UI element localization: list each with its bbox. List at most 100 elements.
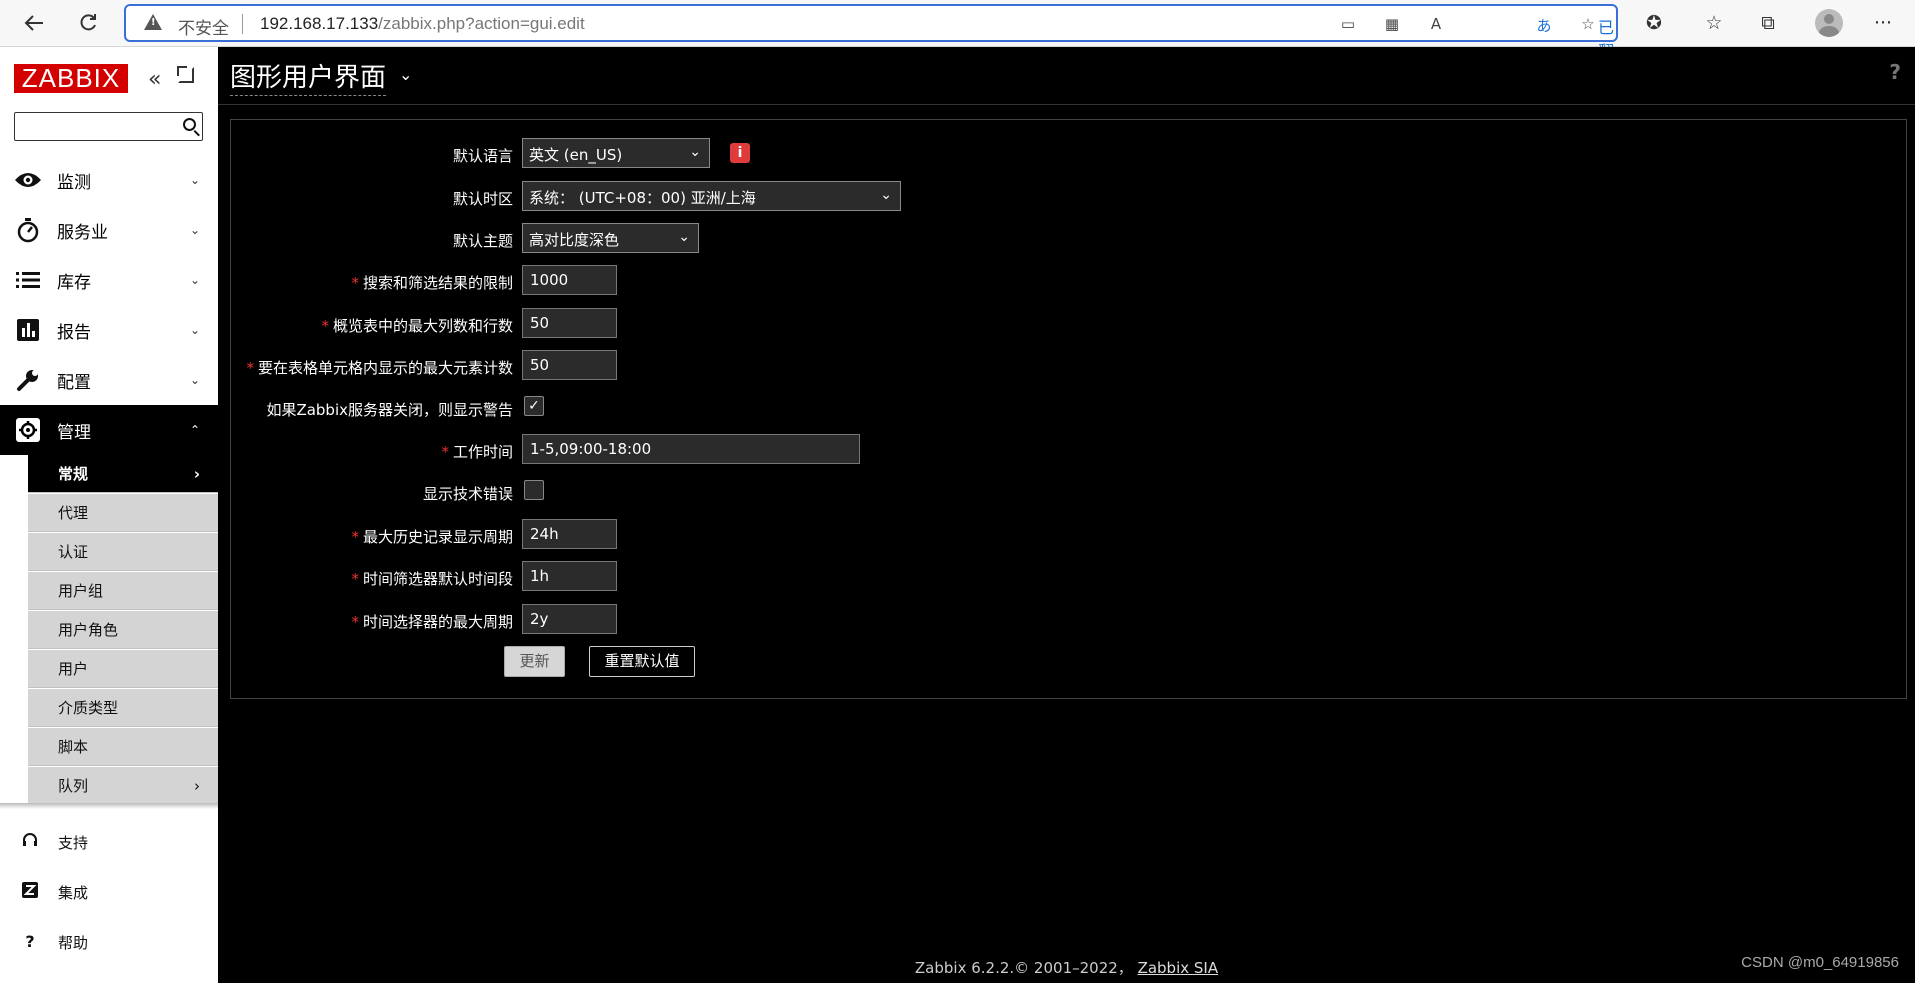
warning-icon bbox=[144, 14, 162, 30]
info-icon[interactable]: i bbox=[730, 143, 750, 163]
reload-icon[interactable] bbox=[70, 6, 106, 40]
favorites-icon[interactable]: ☆ bbox=[1701, 10, 1727, 36]
insecure-label[interactable]: 不安全 bbox=[178, 14, 229, 39]
menu-label: 帮助 bbox=[58, 934, 89, 952]
search-limit-input[interactable]: 1000 bbox=[522, 265, 617, 295]
row-max-columns-rows: * 概览表中的最大列数和行数 50 bbox=[231, 308, 1908, 340]
default-timezone-select[interactable]: 系统： (UTC+08：00) 亚洲/上海 ⌄ bbox=[522, 181, 901, 211]
company-link[interactable]: Zabbix SIA bbox=[1138, 959, 1219, 977]
menu-help[interactable]: ? 帮助 bbox=[0, 917, 218, 967]
read-aloud-icon[interactable]: A bbox=[1426, 15, 1446, 33]
menu-label: 服务业 bbox=[57, 222, 108, 243]
url-host: 192.168.17.133 bbox=[260, 14, 379, 33]
field-label: * 工作时间 bbox=[441, 441, 513, 462]
search-icon[interactable] bbox=[183, 118, 196, 131]
app-available-icon[interactable]: ▭ bbox=[1338, 15, 1358, 33]
field-label: * 时间选择器的最大周期 bbox=[351, 611, 513, 632]
chevron-down-icon[interactable]: ⌄ bbox=[399, 65, 412, 84]
eye-icon bbox=[14, 166, 42, 194]
label-text: 默认主题 bbox=[452, 232, 513, 250]
z-icon bbox=[22, 882, 38, 900]
update-button[interactable]: 更新 bbox=[504, 646, 565, 677]
address-separator bbox=[242, 14, 243, 34]
label-text: 如果Zabbix服务器关闭，则显示警告 bbox=[266, 401, 513, 419]
profile-avatar[interactable] bbox=[1815, 9, 1843, 37]
row-default-timezone: 默认时区 系统： (UTC+08：00) 亚洲/上海 ⌄ bbox=[231, 181, 1908, 213]
working-time-input[interactable]: 1-5,09:00-18:00 bbox=[522, 434, 860, 464]
field-label: 默认时区 bbox=[453, 188, 513, 209]
menu-label: 配置 bbox=[57, 372, 91, 393]
row-max-history-period: * 最大历史记录显示周期 24h bbox=[231, 519, 1908, 551]
submenu-user-roles[interactable]: 用户角色 bbox=[28, 611, 218, 649]
translate-icon[interactable]: あ bbox=[1534, 15, 1554, 35]
max-elements-cell-input[interactable]: 50 bbox=[522, 350, 617, 380]
menu-label: 集成 bbox=[58, 884, 89, 902]
menu-configuration[interactable]: 配置 ⌄ bbox=[0, 355, 218, 405]
submenu-authentication[interactable]: 认证 bbox=[28, 533, 218, 571]
kiosk-mode-icon[interactable] bbox=[177, 66, 194, 83]
back-arrow-icon[interactable] bbox=[16, 6, 52, 40]
menu-inventory[interactable]: 库存 ⌄ bbox=[0, 255, 218, 305]
default-theme-select[interactable]: 高对比度深色 ⌄ bbox=[522, 223, 699, 253]
menu-administration[interactable]: 管理 ⌃ bbox=[0, 405, 218, 455]
submenu-label: 队列 bbox=[58, 777, 89, 795]
checkmark-icon: ✓ bbox=[528, 398, 540, 414]
field-label: 默认主题 bbox=[453, 230, 513, 251]
submenu-scripts[interactable]: 脚本 bbox=[28, 728, 218, 766]
zabbix-logo[interactable]: ZABBIX bbox=[14, 64, 128, 93]
select-value: 英文 (en_US) bbox=[529, 146, 623, 164]
submenu-label: 用户角色 bbox=[58, 621, 119, 639]
main-content: 图形用户界面 ⌄ ? 默认语言 英文 (en_US) ⌄ i 默认时区 系统： … bbox=[218, 47, 1915, 983]
chevron-down-icon: ⌄ bbox=[189, 273, 200, 287]
row-form-buttons: 更新 重置默认值 bbox=[231, 646, 1908, 678]
required-asterisk: * bbox=[351, 528, 359, 546]
required-asterisk: * bbox=[351, 613, 359, 631]
menu-label: 支持 bbox=[58, 834, 89, 852]
submenu-general[interactable]: 常规 › bbox=[28, 455, 218, 493]
submenu-queue[interactable]: 队列 › bbox=[28, 767, 218, 805]
chevron-right-icon: › bbox=[194, 776, 200, 795]
sidebar-search-input[interactable] bbox=[14, 112, 203, 141]
field-label: * 搜索和筛选结果的限制 bbox=[351, 272, 513, 293]
chevron-up-icon: ⌃ bbox=[189, 423, 200, 437]
label-text: 默认语言 bbox=[452, 147, 513, 165]
chevron-down-icon: ⌄ bbox=[189, 323, 200, 337]
extensions-icon[interactable]: ✪ bbox=[1641, 10, 1667, 36]
favorite-add-icon[interactable]: ☆ bbox=[1578, 15, 1598, 33]
label-text: 时间选择器的最大周期 bbox=[362, 613, 513, 631]
max-period-input[interactable]: 2y bbox=[522, 604, 617, 634]
url-text[interactable]: 192.168.17.133/zabbix.php?action=gui.edi… bbox=[260, 14, 585, 34]
submenu-proxies[interactable]: 代理 bbox=[28, 494, 218, 532]
qr-code-icon[interactable]: ▦ bbox=[1382, 15, 1402, 33]
menu-support[interactable]: 支持 bbox=[0, 817, 218, 867]
menu-monitoring[interactable]: 监测 ⌄ bbox=[0, 155, 218, 205]
header-divider bbox=[218, 104, 1915, 105]
default-language-select[interactable]: 英文 (en_US) ⌄ bbox=[522, 138, 710, 168]
gui-settings-form: 默认语言 英文 (en_US) ⌄ i 默认时区 系统： (UTC+08：00)… bbox=[230, 119, 1907, 699]
page-title[interactable]: 图形用户界面 bbox=[230, 57, 387, 96]
field-label: 显示技术错误 bbox=[423, 483, 513, 504]
max-history-period-input[interactable]: 24h bbox=[522, 519, 617, 549]
chevron-down-icon: ⌄ bbox=[189, 223, 200, 237]
submenu-label: 用户组 bbox=[58, 582, 104, 600]
help-icon[interactable]: ? bbox=[1889, 60, 1901, 84]
watermark: CSDN @m0_64919856 bbox=[1741, 954, 1899, 971]
time-filter-default-input[interactable]: 1h bbox=[522, 561, 617, 591]
server-down-warning-checkbox[interactable]: ✓ bbox=[524, 396, 544, 416]
collections-icon[interactable]: ⧉ bbox=[1755, 10, 1781, 36]
menu-reports[interactable]: 报告 ⌄ bbox=[0, 305, 218, 355]
collapse-sidebar-icon[interactable]: « bbox=[148, 67, 161, 92]
max-columns-rows-input[interactable]: 50 bbox=[522, 308, 617, 338]
submenu-label: 用户 bbox=[58, 660, 89, 678]
submenu-users[interactable]: 用户 bbox=[28, 650, 218, 688]
menu-services[interactable]: 服务业 ⌄ bbox=[0, 205, 218, 255]
more-menu-icon[interactable]: ··· bbox=[1870, 10, 1896, 36]
submenu-user-groups[interactable]: 用户组 bbox=[28, 572, 218, 610]
show-tech-errors-checkbox[interactable] bbox=[524, 480, 544, 500]
menu-integrations[interactable]: 集成 bbox=[0, 867, 218, 917]
required-asterisk: * bbox=[321, 317, 329, 335]
reset-defaults-button[interactable]: 重置默认值 bbox=[589, 646, 695, 677]
submenu-media-types[interactable]: 介质类型 bbox=[28, 689, 218, 727]
address-bar[interactable]: 不安全 192.168.17.133/zabbix.php?action=gui… bbox=[124, 4, 1618, 85]
menu-label: 管理 bbox=[57, 422, 91, 443]
